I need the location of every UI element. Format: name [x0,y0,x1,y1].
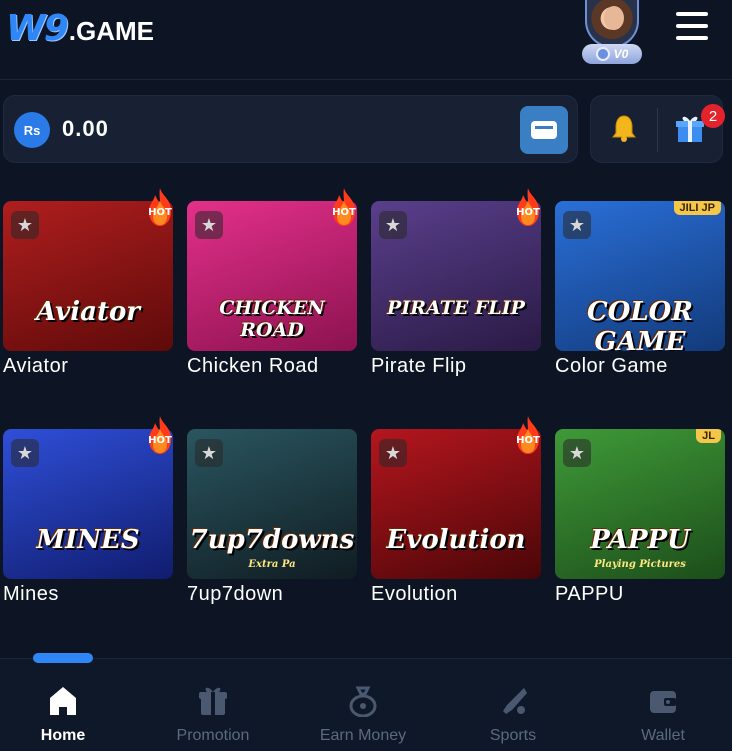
vip-level: V0 [613,47,629,61]
favorite-star-icon[interactable]: ★ [379,211,407,239]
balance-amount: 0.00 [62,116,109,141]
thumbnail-title: CHICKEN ROAD [219,297,325,341]
thumbnail-title: 7up7downs [189,525,355,555]
nav-label: Earn Money [319,727,407,744]
balance-bar: Rs 0.00 [3,95,578,163]
vip-gem-icon [595,47,610,61]
game-thumbnail[interactable]: 7up7downs Extra Pa ★ [187,429,357,579]
hot-label: HOT [516,435,540,446]
game-name: PAPPU [555,583,624,605]
favorite-star-icon[interactable]: ★ [11,439,39,467]
hot-flame-icon: HOT [143,415,177,455]
bottom-nav: Home Promotion Earn Money Sports Wallet [0,653,732,751]
game-thumbnail[interactable]: PAPPU Playing Pictures JL ★ [555,429,725,579]
nav-label: Sports [489,727,537,744]
card-icon [531,121,557,139]
game-name: Mines [3,583,59,605]
hot-flame-icon: HOT [511,187,545,227]
game-thumbnail[interactable]: COLOR GAME JILI JP ★ [555,201,725,351]
provider-tag: JL [696,429,721,443]
hot-label: HOT [332,207,356,218]
logo-text: .GAME [68,16,154,46]
nav-label: Wallet [641,727,685,744]
thumbnail-subtitle: Playing Pictures [594,559,686,570]
hot-flame-icon: HOT [511,415,545,455]
game-name: Chicken Road [187,355,319,377]
favorite-star-icon[interactable]: ★ [195,439,223,467]
nav-wallet[interactable]: Wallet [590,659,732,751]
hot-flame-icon: HOT [143,187,177,227]
sports-icon [503,688,527,714]
game-name: Color Game [555,355,668,377]
nav-label: Promotion [176,727,250,744]
thumbnail-subtitle: Extra Pa [248,559,296,570]
game-name: Pirate Flip [371,355,467,377]
game-name: Aviator [3,355,69,377]
hot-label: HOT [148,207,172,218]
deposit-button[interactable] [520,106,568,154]
home-icon [50,687,76,715]
hot-label: HOT [516,207,540,218]
logo-mark: W9 [6,8,69,49]
thumbnail-title: Evolution [386,525,526,555]
logo[interactable]: W9 .GAME [6,8,154,48]
avatar [585,0,639,48]
vip-badge: V0 [582,44,642,64]
favorite-star-icon[interactable]: ★ [11,211,39,239]
game-name: 7up7down [187,583,284,605]
notification-bar: 2 [590,95,725,163]
wallet-icon [650,691,676,713]
gift-icon [199,687,227,715]
nav-label: Home [40,727,86,744]
favorite-star-icon[interactable]: ★ [379,439,407,467]
thumbnail-title: MINES [36,525,140,555]
provider-tag: JILI JP [673,201,721,215]
favorite-star-icon[interactable]: ★ [195,211,223,239]
menu-button[interactable] [676,10,710,42]
thumbnail-title: Aviator [36,297,140,327]
divider [657,108,658,152]
rupee-coin-icon: Rs [14,112,50,148]
gift-count-badge: 2 [701,104,725,128]
hot-flame-icon: HOT [327,187,361,227]
thumbnail-title: PAPPU [590,525,690,555]
app-header: W9 .GAME V0 [0,0,732,80]
nav-earn-money[interactable]: Earn Money [290,659,436,751]
nav-promotion[interactable]: Promotion [140,659,286,751]
thumbnail-title: COLOR GAME [587,297,693,351]
user-avatar-button[interactable]: V0 [582,0,642,66]
bell-icon[interactable] [611,114,637,142]
nav-sports[interactable]: Sports [440,659,586,751]
game-name: Evolution [371,583,458,605]
thumbnail-title: PIRATE FLIP [387,297,525,319]
hot-label: HOT [148,435,172,446]
favorite-star-icon[interactable]: ★ [563,211,591,239]
money-bag-icon [349,686,377,717]
hamburger-icon [676,12,708,16]
nav-home[interactable]: Home [0,659,136,751]
favorite-star-icon[interactable]: ★ [563,439,591,467]
